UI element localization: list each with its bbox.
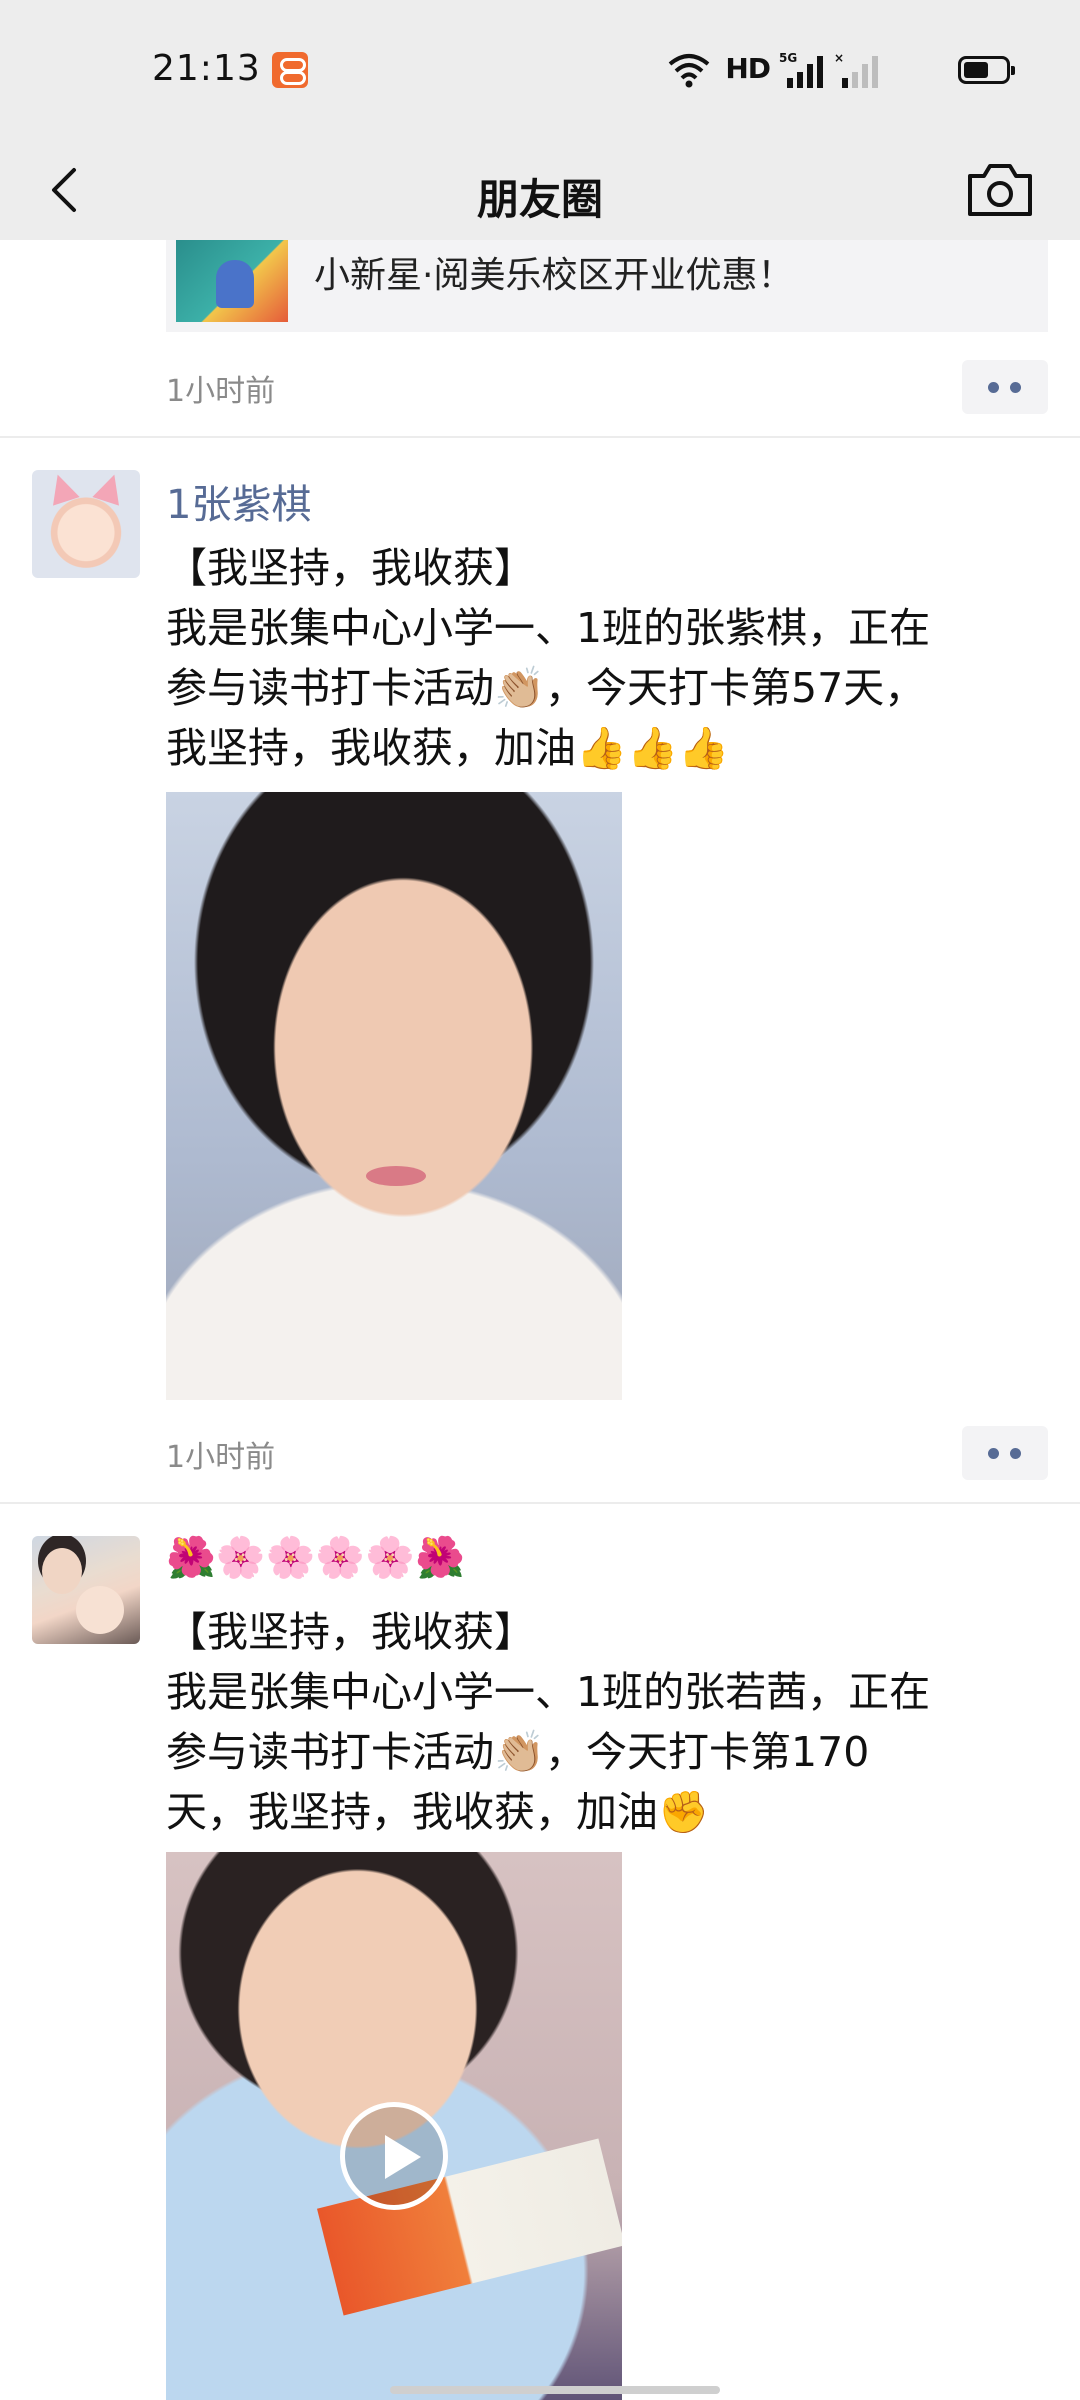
post-time: 1小时前 xyxy=(166,374,276,409)
dot-icon xyxy=(988,382,999,393)
page-title: 朋友圈 xyxy=(476,175,603,224)
post-text-line: 我是张集中心小学一、1班的张紫棋，正在 xyxy=(166,604,931,652)
play-icon[interactable] xyxy=(340,2102,448,2210)
post-divider xyxy=(0,1502,1080,1504)
hd-indicator: HD xyxy=(725,52,771,85)
post-nickname[interactable]: 1张紫棋 xyxy=(166,472,311,530)
more-options-button[interactable] xyxy=(962,360,1048,414)
dot-icon xyxy=(1010,382,1021,393)
shared-link-card[interactable]: 小新星·阅美乐校区开业优惠！ xyxy=(166,240,1048,332)
svg-text:×: × xyxy=(834,51,844,65)
shared-link-title: 小新星·阅美乐校区开业优惠！ xyxy=(314,255,794,296)
post-time: 1小时前 xyxy=(166,1440,276,1475)
avatar[interactable] xyxy=(32,1536,140,1644)
signal-secondary-icon: × xyxy=(834,51,878,88)
signal-5g-icon: 5G xyxy=(779,51,823,88)
more-options-button[interactable] xyxy=(962,1426,1048,1480)
moments-feed: 小新星·阅美乐校区开业优惠！ 1小时前 1张紫棋 【我坚持，我收获】 我是张集中… xyxy=(0,240,1080,2400)
post-video[interactable] xyxy=(166,1852,622,2400)
dot-icon xyxy=(988,1448,999,1459)
post-photo[interactable] xyxy=(166,792,622,1400)
dot-icon xyxy=(1010,1448,1021,1459)
status-bar: 21:13 HD 5G × xyxy=(0,0,1080,140)
post-nickname[interactable]: 🌺🌸🌸🌸🌸🌺 xyxy=(166,1534,465,1581)
battery-icon xyxy=(958,56,1015,84)
notification-app-icon xyxy=(272,52,308,88)
post-text-line: 【我坚持，我收获】 xyxy=(166,1608,535,1656)
post-text-line: 天，我坚持，我收获，加油✊ xyxy=(166,1788,710,1836)
post-text-line: 我坚持，我收获，加油👍👍👍 xyxy=(166,724,730,772)
wifi-icon xyxy=(668,54,710,88)
status-indicators: HD 5G × xyxy=(610,50,1015,90)
svg-text:5G: 5G xyxy=(779,51,797,65)
post-text-line: 【我坚持，我收获】 xyxy=(166,544,535,592)
post-text: 【我坚持，我收获】 我是张集中心小学一、1班的张紫棋，正在 参与读书打卡活动👏🏼… xyxy=(166,538,1046,778)
post-text: 【我坚持，我收获】 我是张集中心小学一、1班的张若茜，正在 参与读书打卡活动👏🏼… xyxy=(166,1602,1046,1842)
home-indicator xyxy=(390,2386,720,2394)
camera-icon[interactable] xyxy=(960,152,1040,228)
avatar[interactable] xyxy=(32,470,140,578)
post-text-line: 我是张集中心小学一、1班的张若茜，正在 xyxy=(166,1668,931,1716)
shared-link-thumbnail xyxy=(176,240,288,322)
post-divider xyxy=(0,436,1080,438)
post-text-line: 参与读书打卡活动👏🏼，今天打卡第57天， xyxy=(166,664,926,712)
navigation-bar: 朋友圈 xyxy=(0,140,1080,240)
status-time: 21:13 xyxy=(152,48,261,89)
post-text-line: 参与读书打卡活动👏🏼，今天打卡第170 xyxy=(166,1728,870,1776)
